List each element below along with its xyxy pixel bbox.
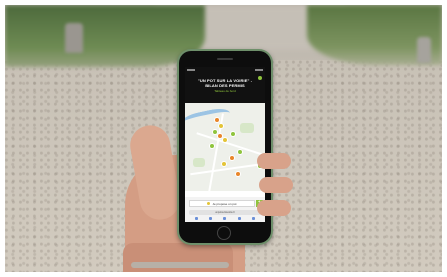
map-park (193, 158, 205, 167)
back-icon[interactable] (194, 217, 198, 220)
finger (259, 177, 293, 193)
map-park (240, 123, 254, 133)
map-marker[interactable] (237, 149, 243, 155)
map-marker[interactable] (230, 131, 236, 137)
phone-screen: "UN POT SUR LA VOIRIE" - BILAN DES PERMI… (185, 67, 265, 222)
propose-label: Je propose un pot (212, 201, 237, 206)
finger (257, 200, 291, 216)
share-icon[interactable] (223, 217, 227, 220)
map-marker[interactable] (229, 155, 235, 161)
lawn-left (5, 5, 205, 67)
finger (257, 153, 291, 169)
app-subtitle[interactable]: Tableau de bord (185, 89, 265, 93)
browser-toolbar (189, 217, 261, 220)
signal-icon (187, 69, 195, 71)
river (185, 105, 233, 135)
app-header: "UN POT SUR LA VOIRIE" - BILAN DES PERMI… (185, 73, 265, 103)
map-marker[interactable] (235, 171, 241, 177)
stone-bollard (65, 23, 83, 53)
phone-speaker (217, 58, 233, 60)
map-marker[interactable] (222, 137, 228, 143)
map-marker[interactable] (218, 123, 224, 129)
bottom-panel: Je propose un pot + unpotsurlavoirie.fr (185, 197, 265, 222)
bracelet (131, 262, 229, 268)
bookmarks-icon[interactable] (237, 217, 241, 220)
map-marker[interactable] (214, 117, 220, 123)
map-marker[interactable] (221, 161, 227, 167)
pot-icon (207, 202, 211, 205)
stone-bollard (417, 37, 431, 63)
map-view[interactable] (185, 103, 265, 193)
propose-button[interactable]: Je propose un pot (189, 200, 255, 207)
forward-icon[interactable] (209, 217, 213, 220)
home-button[interactable] (217, 226, 231, 240)
smartphone: "UN POT SUR LA VOIRIE" - BILAN DES PERMI… (177, 49, 273, 245)
battery-icon (255, 69, 263, 71)
app-title: "UN POT SUR LA VOIRIE" - BILAN DES PERMI… (197, 78, 253, 88)
phone-front: "UN POT SUR LA VOIRIE" - BILAN DES PERMI… (179, 51, 271, 243)
menu-icon[interactable] (258, 76, 262, 80)
tabs-icon[interactable] (252, 217, 256, 220)
photo-scene: "UN POT SUR LA VOIRIE" - BILAN DES PERMI… (5, 5, 442, 272)
map-marker[interactable] (209, 143, 215, 149)
browser-url-bar[interactable]: unpotsurlavoirie.fr (189, 210, 261, 215)
